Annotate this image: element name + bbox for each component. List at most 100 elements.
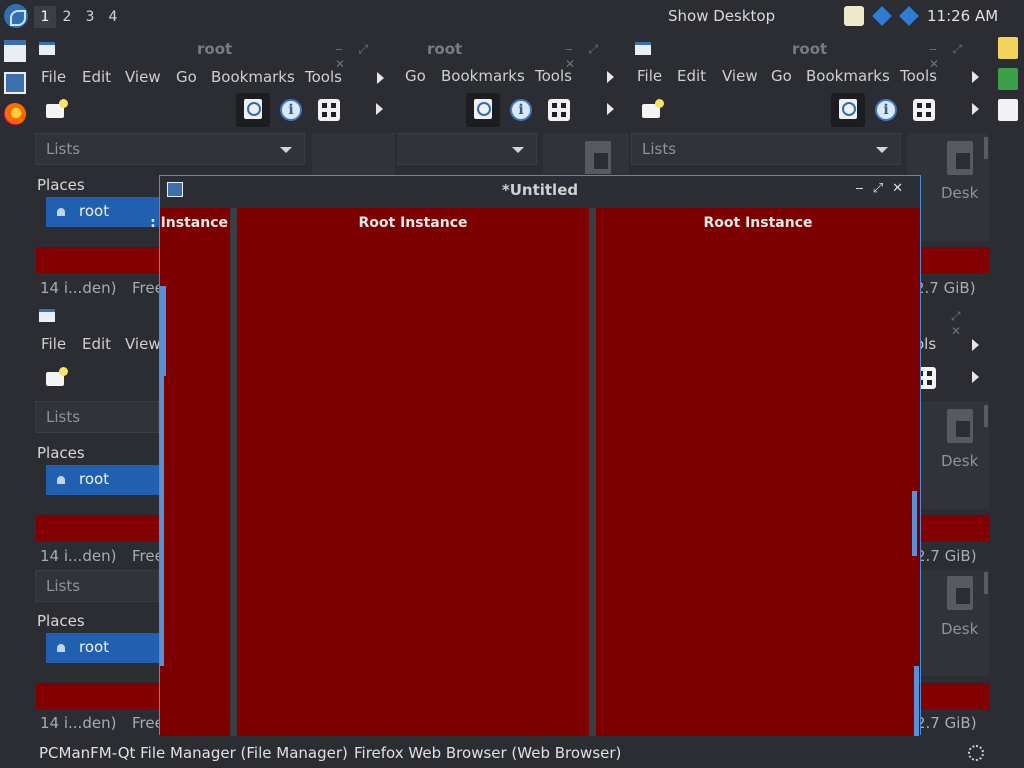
network-tray-icon[interactable] bbox=[872, 6, 892, 26]
view-mode-button[interactable] bbox=[907, 93, 941, 127]
column-separator[interactable] bbox=[589, 208, 596, 736]
menu-overflow-arrow-icon[interactable] bbox=[377, 72, 384, 84]
search-icon bbox=[474, 99, 492, 119]
window-title: root bbox=[197, 40, 233, 58]
spreadsheet-launcher-icon[interactable] bbox=[998, 68, 1018, 90]
menu-tools[interactable]: Tools bbox=[900, 67, 937, 85]
file-view-pane[interactable]: Desk bbox=[921, 570, 989, 676]
menu-overflow-arrow-icon[interactable] bbox=[607, 71, 614, 83]
taskbar-item-firefox[interactable]: Firefox Web Browser (Web Browser) bbox=[354, 744, 621, 762]
window-controls[interactable]: ⤢ ✕ bbox=[951, 309, 989, 338]
window-controls[interactable]: ‒ ⤢ ✕ bbox=[929, 42, 989, 71]
notes-tray-icon[interactable] bbox=[844, 6, 864, 26]
menu-tools[interactable]: Tools bbox=[305, 68, 342, 86]
properties-button[interactable]: i bbox=[869, 93, 903, 127]
menu-bookmarks[interactable]: Bookmarks bbox=[441, 67, 525, 85]
window-titlebar[interactable]: root ‒ ⤢ ✕ bbox=[631, 34, 989, 71]
qt-designer-launcher-icon[interactable] bbox=[998, 37, 1018, 59]
menu-file[interactable]: File bbox=[41, 335, 66, 353]
untitled-editor-window: *Untitled ‒⤢✕ : Instance Root Instance R… bbox=[150, 175, 921, 736]
grid-view-icon bbox=[913, 99, 935, 121]
menu-bookmarks[interactable]: Bookmarks bbox=[211, 68, 295, 86]
text-editor-launcher-icon[interactable] bbox=[4, 72, 26, 94]
workspace-1[interactable]: 1 bbox=[34, 6, 56, 28]
new-folder-icon[interactable] bbox=[642, 99, 664, 118]
new-folder-icon[interactable] bbox=[46, 367, 68, 386]
properties-button[interactable]: i bbox=[274, 93, 308, 127]
menu-go[interactable]: Go bbox=[176, 68, 197, 86]
menu-view[interactable]: View bbox=[722, 67, 758, 85]
window-controls[interactable]: ‒ ⤢ ✕ bbox=[565, 42, 629, 71]
search-button[interactable] bbox=[466, 93, 500, 127]
status-free-space: Free bbox=[132, 547, 159, 565]
scrollbar[interactable] bbox=[984, 137, 988, 159]
clock[interactable]: 11:26 AM bbox=[927, 7, 998, 25]
workspace-3[interactable]: 3 bbox=[79, 6, 101, 28]
side-pane-mode-value: Lists bbox=[46, 408, 81, 426]
power-icon[interactable] bbox=[968, 745, 984, 761]
window-controls[interactable]: ‒⤢✕ bbox=[855, 181, 912, 196]
update-tray-icon[interactable] bbox=[899, 6, 919, 26]
side-pane-mode-select[interactable] bbox=[397, 133, 537, 165]
chevron-down-icon bbox=[280, 147, 292, 153]
status-highlight-bar bbox=[36, 683, 159, 709]
app-menu-icon[interactable] bbox=[4, 4, 28, 28]
toolbar-overflow-arrow-icon[interactable] bbox=[607, 103, 614, 115]
show-desktop-button[interactable]: Show Desktop bbox=[668, 7, 775, 25]
workspace-2[interactable]: 2 bbox=[56, 6, 78, 28]
file-view-pane[interactable]: Desk bbox=[921, 401, 989, 509]
menu-file[interactable]: File bbox=[637, 67, 662, 85]
toolbar-overflow-arrow-icon[interactable] bbox=[972, 103, 979, 115]
side-pane-mode-select[interactable]: Lists bbox=[35, 570, 159, 602]
search-button[interactable] bbox=[831, 93, 865, 127]
menu-bookmarks[interactable]: Bookmarks bbox=[806, 67, 890, 85]
view-mode-button[interactable] bbox=[921, 361, 942, 395]
menu-go[interactable]: Go bbox=[771, 67, 792, 85]
menu-go[interactable]: Go bbox=[405, 67, 426, 85]
side-pane-mode-select[interactable]: Lists bbox=[35, 133, 305, 165]
folder-icon bbox=[585, 141, 611, 174]
search-icon bbox=[839, 99, 857, 119]
menu-view[interactable]: View bbox=[125, 68, 161, 86]
status-highlight-bar bbox=[921, 515, 989, 541]
search-button[interactable] bbox=[236, 93, 270, 127]
file-manager-window: File Edit View Lists Places root 14 i...… bbox=[35, 304, 159, 572]
menu-edit[interactable]: Edit bbox=[82, 335, 111, 353]
grid-view-icon bbox=[548, 99, 570, 121]
places-item-label: root bbox=[79, 470, 110, 488]
column-separator[interactable] bbox=[230, 208, 237, 736]
status-free-space: Free bbox=[132, 714, 159, 732]
window-controls[interactable]: ‒ ⤢ ✕ bbox=[335, 42, 395, 71]
selection-strip bbox=[160, 376, 164, 666]
properties-button[interactable]: i bbox=[504, 93, 538, 127]
window-titlebar[interactable]: root ‒ ⤢ ✕ bbox=[35, 34, 395, 71]
toolbar-overflow-arrow-icon[interactable] bbox=[972, 371, 979, 383]
new-folder-icon[interactable] bbox=[46, 99, 68, 118]
side-pane-mode-select[interactable]: Lists bbox=[631, 133, 901, 165]
places-item-root[interactable]: root bbox=[46, 465, 159, 495]
scrollbar[interactable] bbox=[984, 572, 988, 594]
scrollbar[interactable] bbox=[984, 405, 988, 427]
firefox-launcher-icon[interactable] bbox=[4, 103, 26, 125]
view-mode-button[interactable] bbox=[312, 93, 346, 127]
side-pane-mode-select[interactable]: Lists bbox=[35, 401, 159, 433]
places-item-root[interactable]: root bbox=[46, 633, 159, 663]
window-titlebar[interactable]: root ‒ ⤢ ✕ bbox=[397, 34, 629, 71]
formula-launcher-icon[interactable] bbox=[998, 99, 1018, 121]
menu-tools[interactable]: Tools bbox=[535, 67, 572, 85]
menu-edit[interactable]: Edit bbox=[677, 67, 706, 85]
menu-tools-partial[interactable]: ols bbox=[921, 335, 936, 353]
window-titlebar[interactable]: *Untitled ‒⤢✕ bbox=[160, 176, 920, 204]
menu-overflow-arrow-icon[interactable] bbox=[972, 71, 979, 83]
workspace-4[interactable]: 4 bbox=[102, 6, 124, 28]
toolbar-overflow-arrow-icon[interactable] bbox=[376, 103, 383, 115]
menu-edit[interactable]: Edit bbox=[82, 68, 111, 86]
menu-overflow-arrow-icon[interactable] bbox=[972, 339, 979, 351]
taskbar-item-file-manager[interactable]: PCManFM-Qt File Manager (File Manager) bbox=[39, 744, 348, 762]
menu-view[interactable]: View bbox=[125, 335, 159, 353]
view-mode-button[interactable] bbox=[542, 93, 576, 127]
menu-file[interactable]: File bbox=[41, 68, 66, 86]
file-view-pane[interactable] bbox=[543, 133, 629, 174]
file-manager-launcher-icon[interactable] bbox=[4, 40, 26, 62]
folder-icon bbox=[947, 141, 973, 175]
